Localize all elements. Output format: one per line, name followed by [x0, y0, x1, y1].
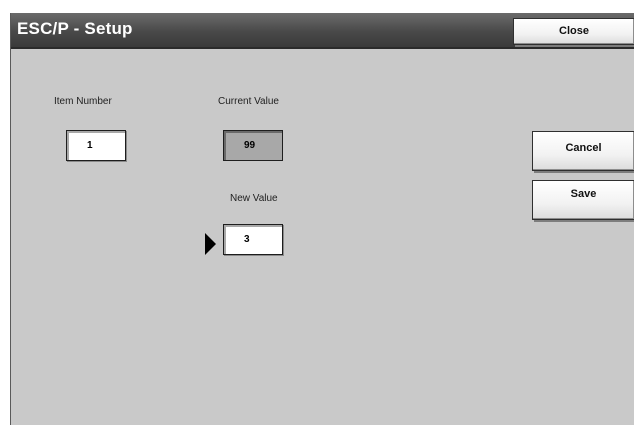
title-bar: ESC/P - Setup Close	[11, 13, 634, 49]
new-value-field[interactable]: 3	[223, 224, 283, 255]
current-value-label: Current Value	[218, 96, 279, 107]
save-button[interactable]: Save	[532, 180, 634, 220]
current-value-field: 99	[223, 130, 283, 161]
item-number-field[interactable]: 1	[66, 130, 126, 161]
item-number-label: Item Number	[54, 96, 112, 107]
new-value-label: New Value	[230, 193, 278, 204]
page-title: ESC/P - Setup	[17, 19, 133, 38]
setup-screen: ESC/P - Setup Close Item Number 1 Curren…	[10, 13, 634, 425]
cancel-button[interactable]: Cancel	[532, 131, 634, 171]
close-button[interactable]: Close	[513, 18, 634, 45]
selection-arrow-icon	[205, 233, 216, 255]
